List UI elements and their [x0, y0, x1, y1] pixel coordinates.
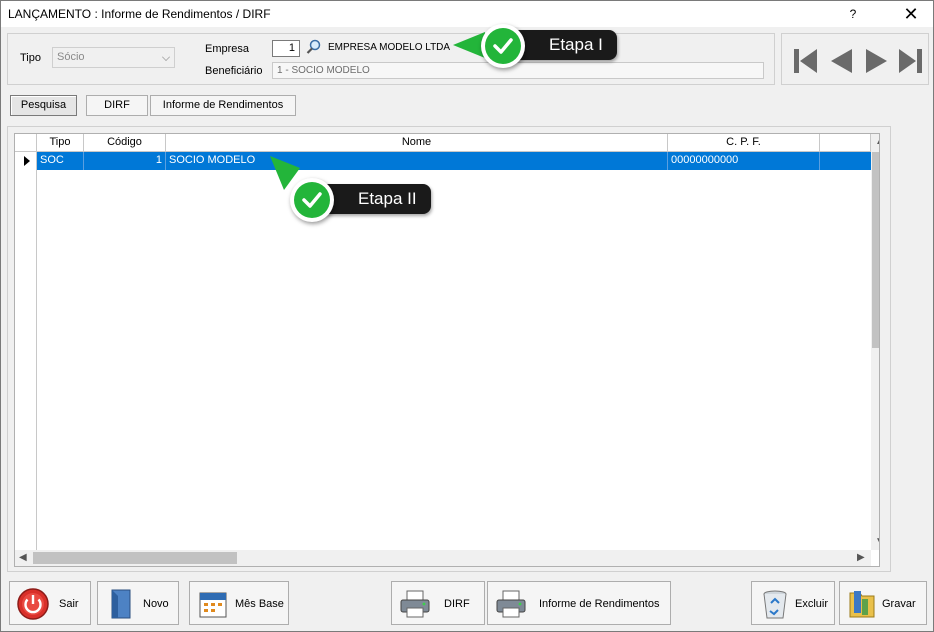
new-document-icon	[111, 589, 131, 619]
horizontal-scroll-thumb[interactable]	[33, 552, 237, 564]
previous-record-icon[interactable]	[826, 46, 856, 76]
cell-codigo: 1	[84, 152, 166, 170]
calendar-icon	[199, 592, 227, 618]
help-button[interactable]: ?	[834, 1, 872, 27]
sair-label: Sair	[59, 598, 79, 610]
excluir-label: Excluir	[795, 598, 829, 610]
close-button[interactable]: ✕	[892, 1, 930, 27]
empresa-name: EMPRESA MODELO LTDA	[328, 42, 451, 53]
current-row-arrow-icon	[24, 156, 30, 166]
chevron-down-icon	[162, 53, 170, 61]
novo-label: Novo	[143, 598, 169, 610]
callout-etapa-2: Etapa II	[270, 156, 432, 222]
tab-dirf[interactable]: DIRF	[86, 95, 148, 116]
grid-header-cpf[interactable]: C. P. F.	[668, 134, 820, 152]
scroll-up-icon[interactable]: ▲	[875, 136, 879, 147]
cell-nome: SOCIO MODELO	[166, 152, 668, 170]
table-row[interactable]: SOC 1 SOCIO MODELO 00000000000	[37, 152, 871, 170]
power-off-icon	[17, 588, 49, 620]
recycle-bin-icon	[763, 590, 787, 619]
sair-button[interactable]: Sair	[9, 581, 91, 625]
beneficiario-field[interactable]: 1 - SOCIO MODELO	[272, 62, 764, 79]
tipo-select-value: Sócio	[57, 51, 85, 63]
grid-header-nome[interactable]: Nome	[166, 134, 668, 152]
beneficiario-label: Beneficiário	[205, 65, 263, 77]
main-window: LANÇAMENTO : Informe de Rendimentos / DI…	[0, 0, 934, 632]
row-indicator-column	[15, 134, 37, 550]
scroll-down-icon[interactable]: ▼	[875, 536, 879, 547]
grid-header-codigo[interactable]: Código	[84, 134, 166, 152]
tab-pesquisa[interactable]: Pesquisa	[10, 95, 77, 116]
results-grid[interactable]: Tipo Código Nome C. P. F. SOC 1 SOCIO MO…	[14, 133, 880, 567]
filter-panel: Tipo Sócio Empresa 1 EMPRESA MODELO LTDA…	[7, 33, 775, 85]
title-bar: LANÇAMENTO : Informe de Rendimentos / DI…	[1, 1, 933, 27]
record-navigator	[781, 33, 929, 85]
search-icon[interactable]	[306, 39, 322, 55]
dirf-label: DIRF	[444, 598, 470, 610]
gravar-label: Gravar	[882, 598, 916, 610]
empresa-code-field[interactable]: 1	[272, 40, 300, 57]
gravar-button[interactable]: Gravar	[839, 581, 927, 625]
grid-header-tipo[interactable]: Tipo	[37, 134, 84, 152]
next-record-icon[interactable]	[862, 46, 892, 76]
dirf-button[interactable]: DIRF	[391, 581, 485, 625]
horizontal-scrollbar[interactable]: ◀ ▶	[15, 550, 871, 566]
scroll-left-icon[interactable]: ◀	[19, 552, 27, 563]
grid-header-filler	[820, 134, 871, 152]
informe-rendimentos-button[interactable]: Informe de Rendimentos	[487, 581, 671, 625]
novo-button[interactable]: Novo	[97, 581, 179, 625]
vertical-scroll-thumb[interactable]	[872, 152, 879, 348]
grid-panel: Tipo Código Nome C. P. F. SOC 1 SOCIO MO…	[7, 126, 891, 572]
first-record-icon[interactable]	[790, 46, 820, 76]
callout-etapa-1: Etapa I	[453, 24, 623, 68]
cell-cpf: 00000000000	[668, 152, 820, 170]
grid-header-corner	[15, 134, 37, 152]
excluir-button[interactable]: Excluir	[751, 581, 835, 625]
vertical-scrollbar[interactable]: ▲ ▼	[871, 134, 879, 550]
informe-rendimentos-label: Informe de Rendimentos	[539, 598, 660, 610]
mes-base-button[interactable]: Mês Base	[189, 581, 289, 625]
scroll-right-icon[interactable]: ▶	[857, 552, 865, 563]
cell-tipo: SOC	[37, 152, 84, 170]
tipo-label: Tipo	[20, 52, 41, 64]
save-folder-icon	[849, 591, 875, 618]
tipo-select[interactable]: Sócio	[52, 47, 175, 68]
check-icon	[290, 178, 334, 222]
mes-base-label: Mês Base	[235, 598, 284, 610]
printer-icon	[496, 590, 526, 618]
empresa-label: Empresa	[205, 43, 250, 55]
window-title: LANÇAMENTO : Informe de Rendimentos / DI…	[8, 7, 271, 21]
bottom-toolbar: Sair Novo Mês Base DIRF Informe de Rendi…	[1, 579, 933, 631]
check-icon	[481, 24, 525, 68]
last-record-icon[interactable]	[896, 46, 926, 76]
printer-icon	[400, 590, 430, 618]
tab-informe-rendimentos[interactable]: Informe de Rendimentos	[150, 95, 296, 116]
